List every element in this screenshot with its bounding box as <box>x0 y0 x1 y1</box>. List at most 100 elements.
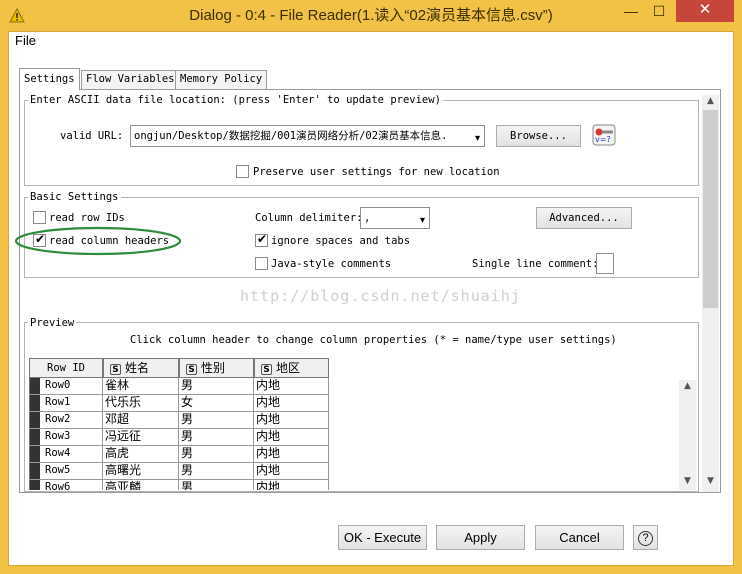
url-label: valid URL: <box>60 130 124 142</box>
preserve-settings-label: Preserve user settings for new location <box>253 166 500 178</box>
table-cell-row-id: Row5 <box>29 463 103 480</box>
table-cell: 雀林 <box>103 378 179 395</box>
row-marker <box>30 446 40 462</box>
table-row[interactable]: Row4 高虎男内地 <box>29 446 329 463</box>
row-id-cell: Row3 <box>45 430 71 442</box>
table-cell: 男 <box>179 463 254 480</box>
table-cell: 冯远征 <box>103 429 179 446</box>
table-row[interactable]: Row1 代乐乐女内地 <box>29 395 329 412</box>
svg-text:v=?: v=? <box>595 135 611 144</box>
table-cell: 男 <box>179 429 254 446</box>
table-row[interactable]: Row5 高曙光男内地 <box>29 463 329 480</box>
tab-flow-variables[interactable]: Flow Variables <box>81 70 180 89</box>
url-value: ongjun/Desktop/数据挖掘/001演员网络分析/02演员基本信息. <box>134 130 448 142</box>
row-marker <box>30 463 40 479</box>
minimize-button[interactable]: — <box>617 1 645 22</box>
advanced-button[interactable]: Advanced... <box>536 207 632 229</box>
string-type-icon: S <box>261 364 272 375</box>
row-id-cell: Row6 <box>45 481 71 490</box>
table-cell: 高虎 <box>103 446 179 463</box>
table-cell-row-id: Row2 <box>29 412 103 429</box>
tab-memory-policy[interactable]: Memory Policy <box>175 70 268 89</box>
column-header-region[interactable]: S 地区 <box>254 358 329 378</box>
preview-vertical-scrollbar[interactable] <box>679 380 696 490</box>
browse-button[interactable]: Browse... <box>496 125 581 147</box>
flow-variable-icon[interactable]: v=? <box>592 124 616 146</box>
table-cell-row-id: Row4 <box>29 446 103 463</box>
table-body: Row0 雀林男内地 Row1 代乐乐女内地 Row2 邓超男内地 Row3 冯远征男内地 Ro… <box>29 378 329 490</box>
menu-file[interactable]: File <box>15 33 36 48</box>
table-cell-row-id: Row1 <box>29 395 103 412</box>
ok-execute-button[interactable]: OK - Execute <box>338 525 427 550</box>
url-combobox[interactable]: ongjun/Desktop/数据挖掘/001演员网络分析/02演员基本信息. … <box>130 125 485 147</box>
row-id-cell: Row0 <box>45 379 71 391</box>
close-button[interactable]: ✕ <box>676 0 734 22</box>
string-type-icon: S <box>110 364 121 375</box>
row-marker <box>30 480 40 490</box>
table-row[interactable]: Row3 冯远征男内地 <box>29 429 329 446</box>
table-cell: 男 <box>179 378 254 395</box>
java-comments-checkbox[interactable] <box>255 257 268 270</box>
table-cell: 内地 <box>254 463 329 480</box>
row-marker <box>30 429 40 445</box>
table-row[interactable]: Row2 邓超男内地 <box>29 412 329 429</box>
table-cell: 内地 <box>254 429 329 446</box>
table-cell: 高曙光 <box>103 463 179 480</box>
table-cell: 内地 <box>254 480 329 490</box>
single-line-comment-input[interactable] <box>596 253 614 274</box>
java-comments-label: Java-style comments <box>271 258 392 270</box>
table-row[interactable]: Row0 雀林男内地 <box>29 378 329 395</box>
read-row-ids-checkbox[interactable] <box>33 211 46 224</box>
row-marker <box>30 395 40 411</box>
preview-title: Preview <box>28 317 77 329</box>
table-cell-row-id: Row6 <box>29 480 103 490</box>
watermark: http://blog.csdn.net/shuaihj <box>240 287 521 305</box>
table-cell: 内地 <box>254 378 329 395</box>
tab-settings[interactable]: Settings <box>19 68 80 90</box>
table-header-row: Row ID S 姓名 S 性别 S 地区 <box>29 358 329 378</box>
string-type-icon: S <box>186 364 197 375</box>
column-header-row-id[interactable]: Row ID <box>29 358 103 378</box>
help-icon: ? <box>638 531 653 546</box>
row-id-cell: Row2 <box>45 413 71 425</box>
column-delimiter-label: Column delimiter: <box>255 212 363 224</box>
column-delimiter-combobox[interactable]: , ▾ <box>360 207 430 229</box>
apply-button[interactable]: Apply <box>436 525 525 550</box>
chevron-down-icon[interactable]: ▾ <box>420 211 425 228</box>
file-location-group-title: Enter ASCII data file location: (press '… <box>28 94 443 106</box>
row-id-cell: Row1 <box>45 396 71 408</box>
table-cell: 代乐乐 <box>103 395 179 412</box>
table-row[interactable]: Row6 高亚麟男内地 <box>29 480 329 490</box>
maximize-button[interactable]: ☐ <box>645 1 673 22</box>
column-delimiter-value: , <box>364 212 371 224</box>
help-button[interactable]: ? <box>633 525 658 550</box>
preview-hint: Click column header to change column pro… <box>130 334 617 346</box>
table-cell: 邓超 <box>103 412 179 429</box>
table-cell: 高亚麟 <box>103 480 179 490</box>
column-header-name[interactable]: S 姓名 <box>103 358 179 378</box>
scroll-up-icon[interactable]: ▲ <box>679 381 696 391</box>
scroll-up-icon[interactable]: ▲ <box>702 96 719 106</box>
checkmark-icon: ✔ <box>257 232 268 246</box>
table-cell: 男 <box>179 446 254 463</box>
scroll-down-icon[interactable]: ▼ <box>702 476 719 486</box>
panel-scrollbar-thumb[interactable] <box>703 110 718 308</box>
table-cell: 内地 <box>254 412 329 429</box>
chevron-down-icon[interactable]: ▾ <box>475 129 480 146</box>
table-cell: 男 <box>179 412 254 429</box>
preview-table[interactable]: Row ID S 姓名 S 性别 S 地区 Row0 雀林男内地 Row1 代乐乐女内地 Ro… <box>29 358 329 490</box>
table-cell-row-id: Row0 <box>29 378 103 395</box>
row-id-cell: Row4 <box>45 447 71 459</box>
table-cell: 男 <box>179 480 254 490</box>
scroll-down-icon[interactable]: ▼ <box>679 476 696 486</box>
ignore-spaces-checkbox[interactable]: ✔ <box>255 232 268 247</box>
column-header-gender[interactable]: S 性别 <box>179 358 254 378</box>
table-cell: 内地 <box>254 446 329 463</box>
table-cell: 女 <box>179 395 254 412</box>
table-cell: 内地 <box>254 395 329 412</box>
preserve-settings-checkbox[interactable] <box>236 165 249 178</box>
ignore-spaces-label: ignore spaces and tabs <box>271 235 411 247</box>
read-row-ids-label: read row IDs <box>49 212 125 224</box>
row-id-cell: Row5 <box>45 464 71 476</box>
cancel-button[interactable]: Cancel <box>535 525 624 550</box>
